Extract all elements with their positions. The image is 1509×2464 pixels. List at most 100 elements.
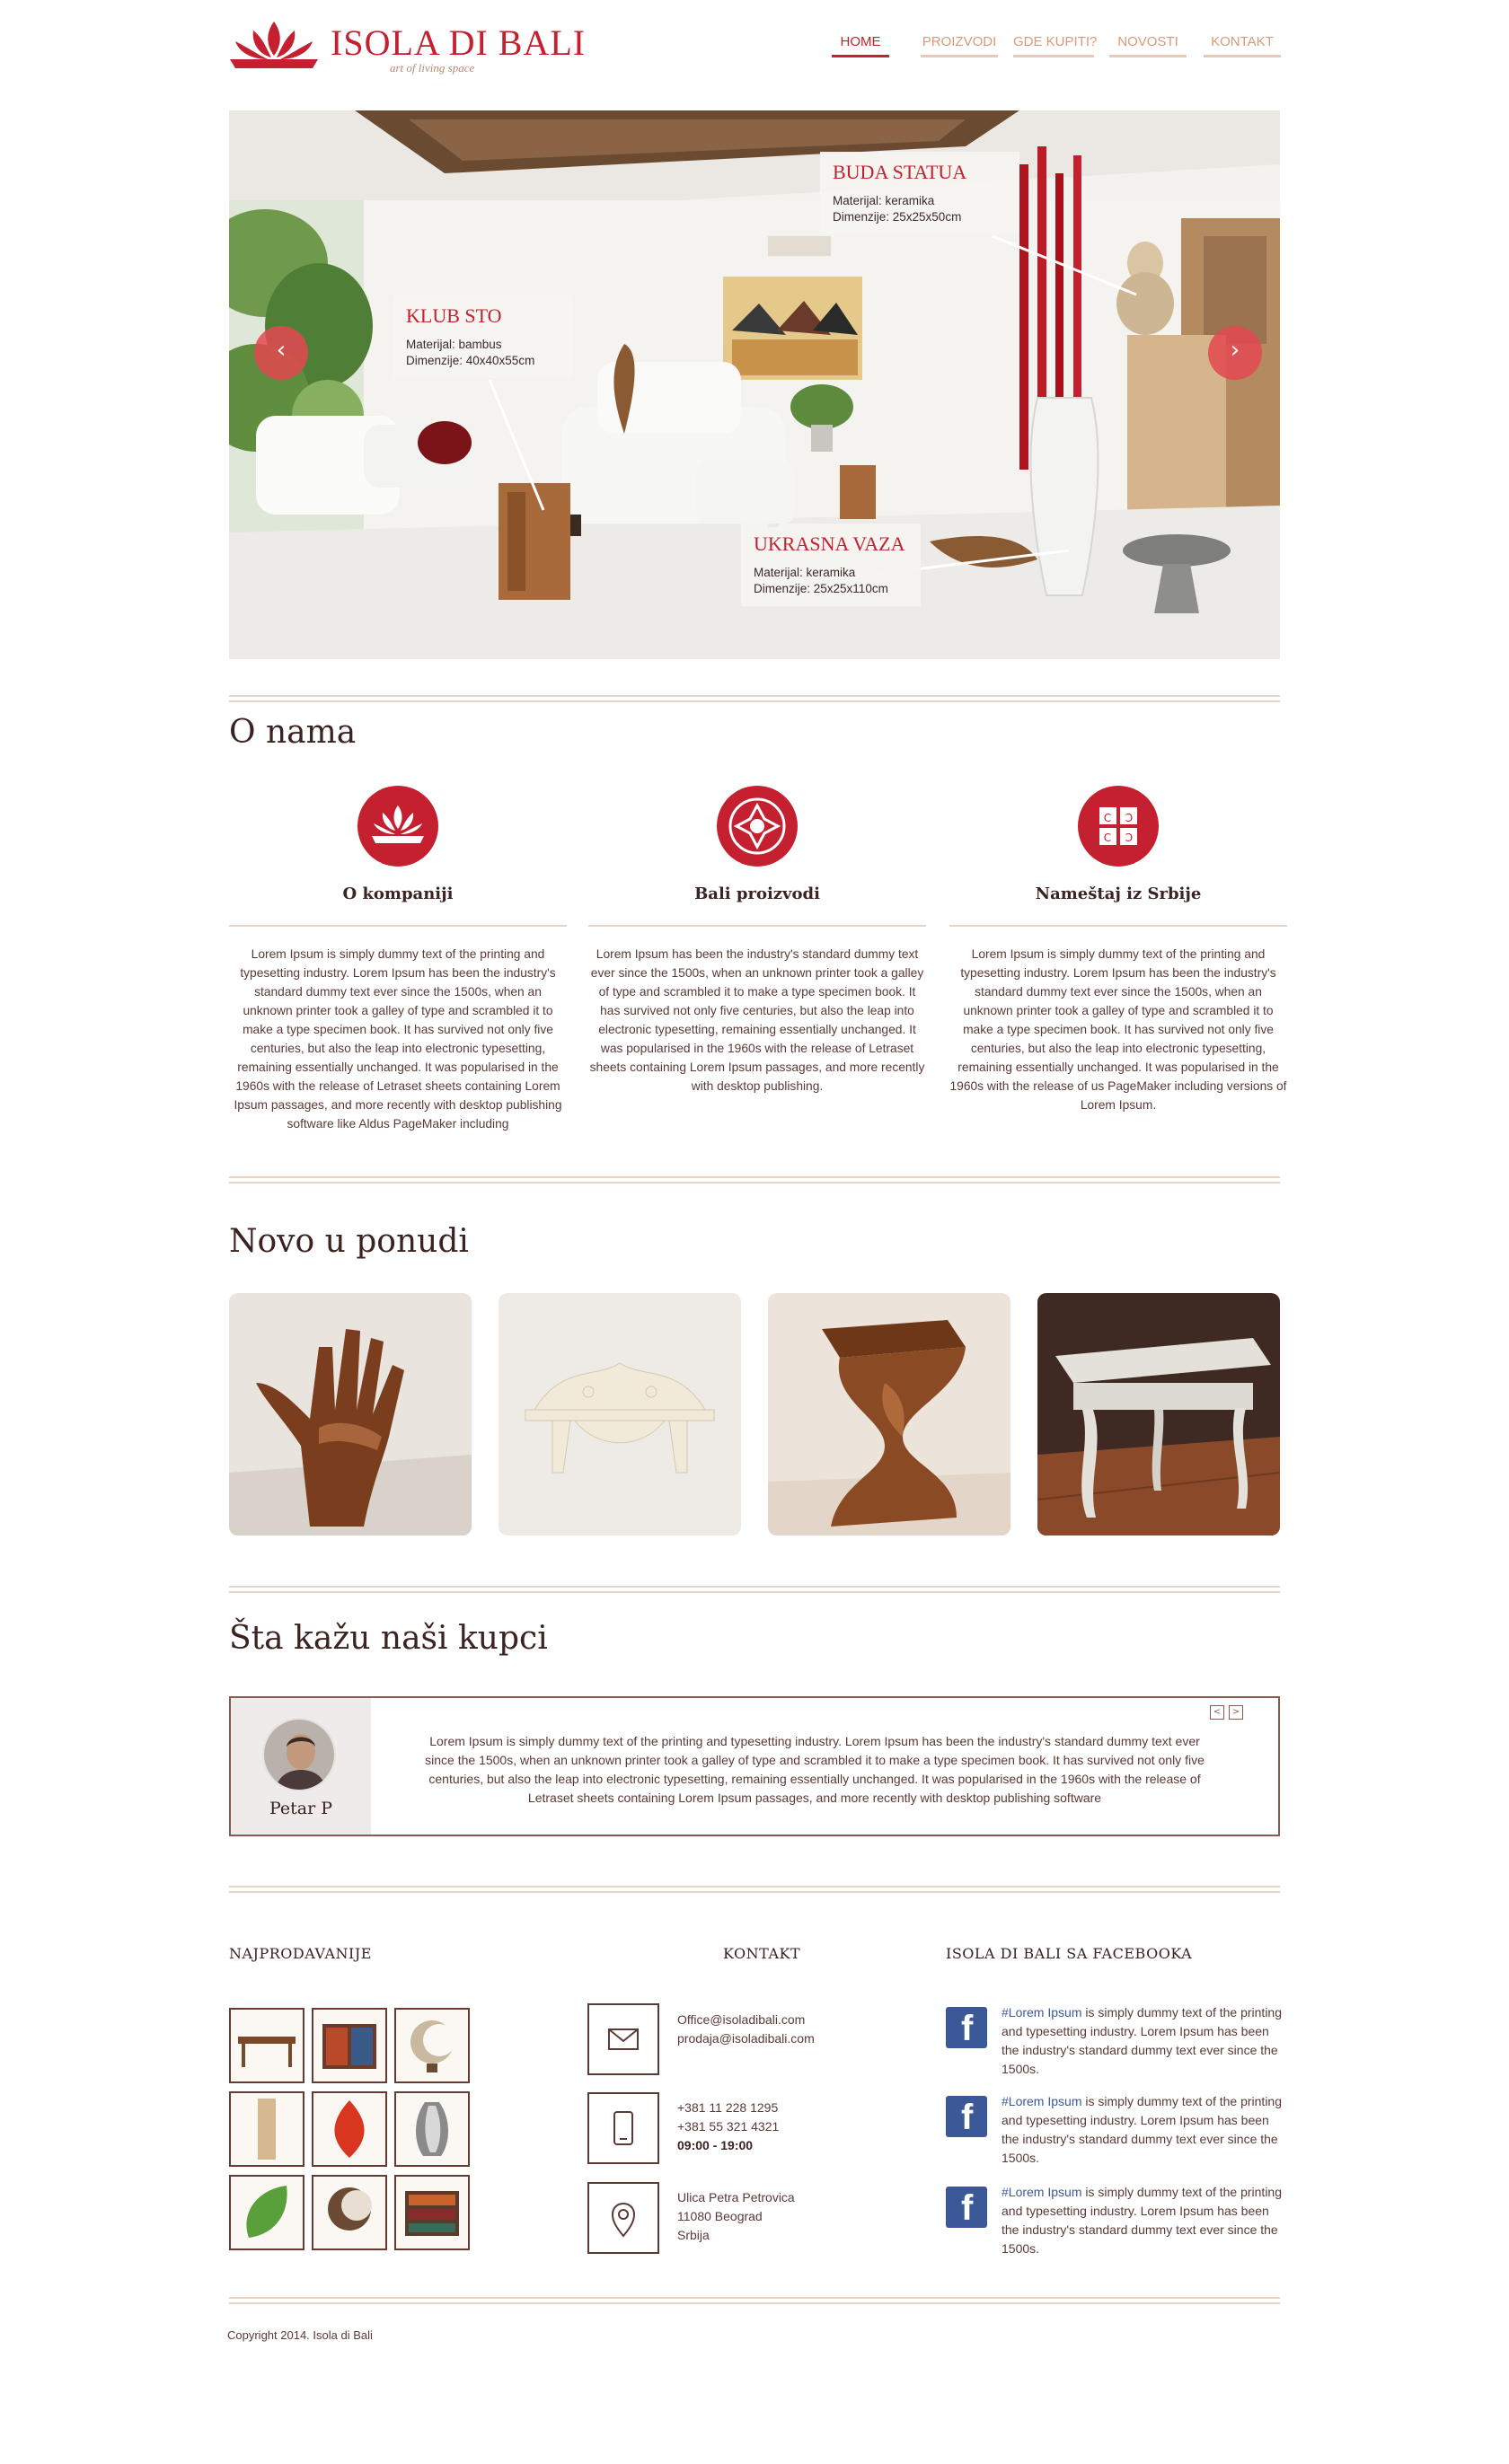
product-card-twisted-stool[interactable]: [768, 1293, 1010, 1536]
contact-phone-2[interactable]: +381 55 321 4321: [677, 2117, 779, 2136]
hotspot-klub-sto[interactable]: KLUB STO Materijal: bambus Dimenzije: 40…: [393, 295, 573, 378]
testimonial-next-button[interactable]: >: [1229, 1705, 1243, 1720]
copyright: Copyright 2014. Isola di Bali: [227, 2328, 373, 2342]
console-table-image: [238, 2037, 296, 2067]
contact-country: Srbija: [677, 2228, 710, 2242]
facebook-post[interactable]: f #Lorem Ipsum is simply dummy text of t…: [946, 2092, 1287, 2173]
facebook-icon: f: [946, 2007, 987, 2048]
serbian-cross-icon: С Ɔ С Ɔ: [1078, 786, 1159, 867]
contact-phone-1[interactable]: +381 11 228 1295: [677, 2099, 779, 2117]
colored-drawer-cabinet-image: [405, 2191, 459, 2236]
hotspot-dimensions: Dimenzije: 40x40x55cm: [406, 354, 535, 367]
ornament-icon: [717, 786, 798, 867]
site-logo[interactable]: ISOLA DI BALI art of living space: [226, 18, 585, 75]
wooden-hand-chair-image: [229, 1293, 472, 1536]
nav-item-novosti[interactable]: NOVOSTI: [1109, 34, 1187, 57]
feature-divider: [229, 925, 567, 927]
facebook-hashtag[interactable]: #Lorem Ipsum: [1002, 2005, 1081, 2020]
testimonials-title: Šta kažu naši kupci: [229, 1620, 548, 1657]
testimonial-prev-button[interactable]: <: [1210, 1705, 1224, 1720]
contact-email-sales[interactable]: prodaja@isoladibali.com: [677, 2029, 815, 2048]
facebook-icon: f: [946, 2187, 987, 2228]
hotspot-title: KLUB STO: [406, 304, 502, 327]
hotspot-ukrasna-vaza[interactable]: UKRASNA VAZA Materijal: keramika Dimenzi…: [741, 524, 921, 606]
painted-cabinet-image: [322, 2024, 376, 2069]
bestseller-thumb[interactable]: [229, 2008, 304, 2083]
feature-title: O kompaniji: [342, 884, 454, 903]
product-card-wall-shelf[interactable]: [499, 1293, 741, 1536]
nav-item-proizvodi[interactable]: PROIZVODI: [921, 34, 998, 57]
facebook-icon: f: [946, 2096, 987, 2137]
hero-next-button[interactable]: ›: [1208, 326, 1262, 380]
hotspot-material: Materijal: keramika: [754, 566, 856, 579]
bestseller-thumb[interactable]: [312, 2091, 387, 2167]
section-divider: [229, 2297, 1280, 2304]
facebook-post-text: #Lorem Ipsum is simply dummy text of the…: [1002, 2003, 1289, 2079]
location-pin-icon: [587, 2182, 659, 2254]
bestseller-thumb[interactable]: [394, 2175, 470, 2250]
bestseller-thumb[interactable]: [229, 2175, 304, 2250]
section-divider: [229, 1886, 1280, 1893]
bestseller-thumb[interactable]: [229, 2091, 304, 2167]
brand-name: ISOLA DI BALI: [331, 22, 587, 63]
hotspot-title: UKRASNA VAZA: [754, 532, 905, 555]
feature-divider: [588, 925, 926, 927]
carved-wall-shelf-image: [499, 1293, 741, 1536]
feature-text: Lorem Ipsum is simply dummy text of the …: [234, 947, 562, 1131]
hotspot-material: Materijal: bambus: [406, 338, 502, 351]
facebook-hashtag[interactable]: #Lorem Ipsum: [1002, 2185, 1081, 2199]
section-divider: [229, 1176, 1280, 1184]
nav-item-kontakt[interactable]: KONTAKT: [1204, 34, 1281, 57]
feature-title: Bali proizvodi: [694, 884, 820, 903]
white-vintage-table-image: [1037, 1293, 1280, 1536]
nav-item-home[interactable]: HOME: [832, 34, 889, 57]
bestseller-thumb[interactable]: [394, 2091, 470, 2167]
testimonial-author: Petar P: [231, 1698, 371, 1835]
envelope-icon: [587, 2003, 659, 2075]
about-title: O nama: [229, 714, 357, 751]
bestseller-thumb[interactable]: [312, 2175, 387, 2250]
product-card-hand-chair[interactable]: [229, 1293, 472, 1536]
svg-text:Ɔ: Ɔ: [1125, 832, 1133, 844]
chevron-right-icon: ›: [1230, 337, 1240, 364]
phone-icon: [587, 2092, 659, 2164]
testimonial-card: Petar P Lorem Ipsum is simply dummy text…: [229, 1696, 1280, 1836]
contact-hours: 09:00 - 19:00: [677, 2138, 754, 2152]
chevron-left-icon: ‹: [276, 337, 287, 364]
contact-street: Ulica Petra Petrovica: [677, 2190, 795, 2204]
contact-email-office[interactable]: Office@isoladibali.com: [677, 2011, 815, 2029]
testimonial-text: Lorem Ipsum is simply dummy text of the …: [425, 1734, 1205, 1805]
brand-tagline: art of living space: [390, 61, 475, 75]
tall-lamp-image: [258, 2099, 276, 2160]
contact-phones: +381 11 228 1295 +381 55 321 4321 09:00 …: [677, 2099, 779, 2155]
svg-text:Ɔ: Ɔ: [1125, 812, 1133, 824]
facebook-post-text: #Lorem Ipsum is simply dummy text of the…: [1002, 2183, 1289, 2258]
hero-slider: KLUB STO Materijal: bambus Dimenzije: 40…: [229, 110, 1280, 659]
nav-item-gde-kupiti[interactable]: GDE KUPITI?: [1013, 34, 1097, 57]
feature-text: Lorem Ipsum is simply dummy text of the …: [949, 947, 1287, 1112]
bestseller-thumb[interactable]: [394, 2008, 470, 2083]
moon-lamp-dark-image: [328, 2187, 372, 2231]
facebook-hashtag[interactable]: #Lorem Ipsum: [1002, 2094, 1081, 2108]
feature-title: Nameštaj iz Srbije: [1035, 884, 1202, 903]
contact-city: 11080 Beograd: [677, 2209, 763, 2223]
flame-lamp-image: [334, 2100, 365, 2158]
feature-text: Lorem Ipsum has been the industry's stan…: [589, 947, 925, 1093]
hero-prev-button[interactable]: ‹: [254, 326, 308, 380]
avatar: [262, 1718, 336, 1791]
products-title: Novo u ponudi: [229, 1223, 469, 1260]
section-divider: [229, 695, 1280, 702]
lotus-icon: [357, 786, 438, 867]
facebook-post-text: #Lorem Ipsum is simply dummy text of the…: [1002, 2092, 1289, 2168]
hotspot-dimensions: Dimenzije: 25x25x50cm: [833, 210, 962, 224]
facebook-post[interactable]: f #Lorem Ipsum is simply dummy text of t…: [946, 2183, 1287, 2264]
svg-text:С: С: [1104, 812, 1111, 824]
hotspot-buda-statua[interactable]: BUDA STATUA Materijal: keramika Dimenzij…: [820, 152, 1019, 234]
product-card-white-table[interactable]: [1037, 1293, 1280, 1536]
main-nav: HOME PROIZVODI GDE KUPITI? NOVOSTI KONTA…: [832, 34, 1281, 61]
facebook-post[interactable]: f #Lorem Ipsum is simply dummy text of t…: [946, 2003, 1287, 2084]
leaf-lamp-image: [246, 2186, 287, 2238]
bestsellers-title: NAJPRODAVANIJE: [229, 1945, 372, 1962]
facebook-title: ISOLA DI BALI SA FACEBOOKA: [946, 1945, 1193, 1962]
bestseller-thumb[interactable]: [312, 2008, 387, 2083]
